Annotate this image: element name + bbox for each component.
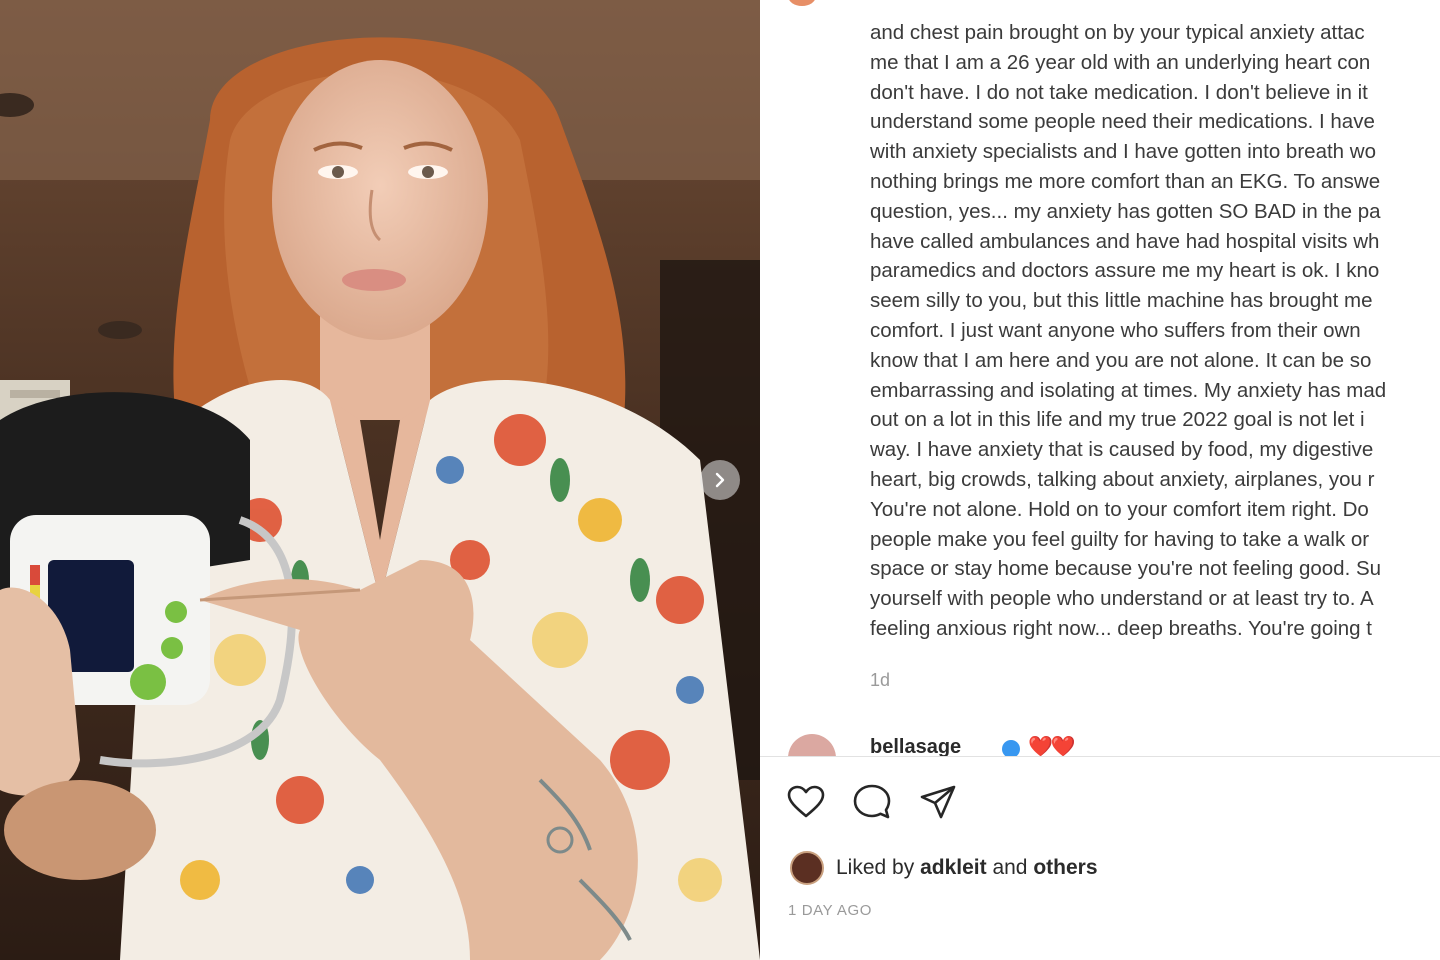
caption-line: know that I am here and you are not alon… [870,348,1372,372]
chevron-right-icon [715,472,725,488]
author-avatar[interactable] [788,0,816,6]
carousel-next-button[interactable] [700,460,740,500]
comment-item: bellasage ❤️❤️ [788,734,1440,756]
caption-line: have called ambulances and have had hosp… [870,229,1380,253]
post-details-panel: and chest pain brought on by your typica… [760,0,1440,960]
caption-line: space or stay home because you're not fe… [870,557,1382,581]
caption-line: don't have. I do not take medication. I … [870,80,1368,104]
post-photo[interactable] [0,0,760,960]
comment-icon [853,784,891,819]
post-caption: and chest pain brought on by your typica… [870,18,1440,644]
photo-illustration [0,0,760,960]
action-bar [784,782,960,822]
caption-line: understand some people need their medica… [870,110,1375,134]
share-button[interactable] [916,782,960,822]
likes-and: and [992,856,1028,879]
instagram-post: and chest pain brought on by your typica… [0,0,1440,960]
likes-prefix: Liked by [836,856,915,879]
caption-line: You're not alone. Hold on to your comfor… [870,497,1369,521]
caption-line: nothing brings me more comfort than an E… [870,169,1381,193]
caption-line: seem silly to you, but this little machi… [870,289,1373,313]
caption-line: me that I am a 26 year old with an under… [870,50,1371,74]
commenter-avatar[interactable] [788,734,836,756]
heart-icon [787,785,825,818]
caption-line: and chest pain brought on by your typica… [870,21,1365,44]
caption-line: comfort. I just want anyone who suffers … [870,318,1361,342]
likes-summary: Liked by adkleit and others [790,850,1098,886]
share-icon [920,785,956,819]
post-age[interactable]: 1d [870,670,890,691]
caption-line: out on a lot in this life and my true 20… [870,408,1365,432]
caption-line: feeling anxious right now... deep breath… [870,616,1372,640]
caption-line: with anxiety specialists and I have gott… [870,140,1376,164]
comment-text: ❤️❤️ [1028,734,1076,756]
caption-line: yourself with people who understand or a… [870,587,1374,611]
likes-others-link[interactable]: others [1033,856,1097,880]
caption-line: question, yes... my anxiety has gotten S… [870,199,1381,223]
caption-line: paramedics and doctors assure me my hear… [870,259,1380,283]
caption-line: way. I have anxiety that is caused by fo… [870,438,1374,462]
liker-avatar[interactable] [790,851,824,885]
caption-line: heart, big crowds, talking about anxiety… [870,467,1375,491]
divider [760,756,1440,757]
post-timestamp[interactable]: 1 DAY AGO [788,902,872,919]
comment-button[interactable] [850,782,894,822]
commenter-username[interactable]: bellasage [870,736,961,756]
liker-username[interactable]: adkleit [920,856,987,880]
verified-badge-icon [1002,740,1020,756]
caption-line: embarrassing and isolating at times. My … [870,378,1387,402]
caption-line: people make you feel guilty for having t… [870,527,1370,551]
like-button[interactable] [784,782,828,822]
